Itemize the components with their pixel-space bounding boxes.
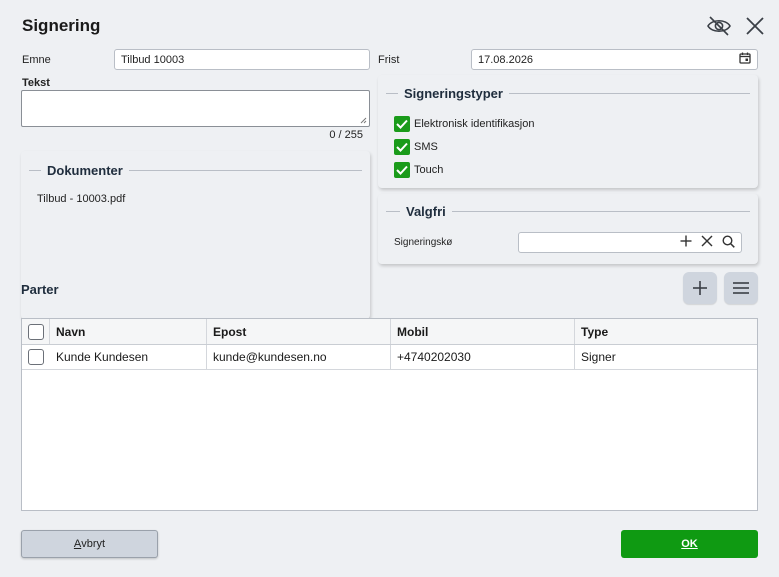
signing-types-list: Elektronisk identifikasjon SMS Touch bbox=[394, 115, 534, 179]
queue-label: Signeringskø bbox=[394, 237, 453, 248]
hide-eye-icon[interactable] bbox=[706, 14, 732, 38]
option-touch[interactable]: Touch bbox=[394, 161, 534, 179]
queue-input[interactable] bbox=[518, 232, 742, 253]
clear-icon[interactable] bbox=[701, 235, 713, 250]
document-item[interactable]: Tilbud - 10003.pdf bbox=[37, 193, 125, 205]
ok-button[interactable]: OK bbox=[621, 530, 758, 558]
parties-grid: Navn Epost Mobil Type Kunde Kundesen kun… bbox=[21, 318, 758, 511]
grid-header: Navn Epost Mobil Type bbox=[22, 319, 757, 345]
option-sms[interactable]: SMS bbox=[394, 138, 534, 156]
table-row[interactable]: Kunde Kundesen kunde@kundesen.no +474020… bbox=[22, 345, 757, 370]
text-label: Tekst bbox=[22, 77, 50, 89]
option-label: SMS bbox=[414, 141, 438, 153]
close-icon[interactable] bbox=[742, 14, 768, 38]
column-header-name[interactable]: Navn bbox=[50, 319, 207, 344]
select-all-checkbox[interactable] bbox=[27, 323, 44, 340]
dialog-title: Signering bbox=[22, 16, 101, 35]
column-header-mobile[interactable]: Mobil bbox=[391, 319, 575, 344]
optional-legend-text: Valgfri bbox=[406, 204, 446, 219]
deadline-label: Frist bbox=[378, 54, 400, 66]
cancel-accesskey: A bbox=[73, 538, 82, 550]
calendar-icon[interactable] bbox=[739, 52, 751, 67]
subject-value: Tilbud 10003 bbox=[121, 53, 185, 66]
cell-mobile: +4740202030 bbox=[391, 345, 575, 369]
parties-title: Parter bbox=[21, 282, 59, 297]
option-label: Touch bbox=[414, 164, 444, 176]
checkbox-checked-icon[interactable] bbox=[394, 162, 410, 178]
signing-types-legend-text: Signeringstyper bbox=[404, 86, 503, 101]
column-header-email[interactable]: Epost bbox=[207, 319, 391, 344]
subject-label: Emne bbox=[22, 54, 51, 66]
plus-icon bbox=[693, 281, 707, 295]
checkbox-checked-icon[interactable] bbox=[394, 116, 410, 132]
search-icon[interactable] bbox=[722, 234, 735, 251]
plus-icon[interactable] bbox=[680, 235, 692, 250]
checkbox-checked-icon[interactable] bbox=[394, 139, 410, 155]
hamburger-menu-icon bbox=[733, 282, 749, 294]
deadline-value: 17.08.2026 bbox=[478, 53, 534, 66]
text-area[interactable] bbox=[21, 90, 370, 127]
cancel-label: vbryt bbox=[81, 538, 106, 550]
header-select-all bbox=[22, 319, 50, 344]
option-electronic-id[interactable]: Elektronisk identifikasjon bbox=[394, 115, 534, 133]
optional-panel: Valgfri Signeringskø bbox=[378, 194, 758, 264]
signing-types-panel: Signeringstyper Elektronisk identifikasj… bbox=[378, 75, 758, 188]
cell-email: kunde@kundesen.no bbox=[207, 345, 391, 369]
documents-legend: Dokumenter bbox=[29, 163, 362, 178]
add-party-button[interactable] bbox=[683, 272, 717, 304]
ok-label: OK bbox=[681, 538, 698, 550]
row-select bbox=[22, 345, 50, 369]
deadline-input[interactable]: 17.08.2026 bbox=[471, 49, 758, 70]
subject-input[interactable]: Tilbud 10003 bbox=[114, 49, 370, 70]
cancel-button[interactable]: Avbryt bbox=[21, 530, 158, 558]
signing-types-legend: Signeringstyper bbox=[386, 86, 750, 101]
menu-button[interactable] bbox=[724, 272, 758, 304]
resize-handle-icon[interactable] bbox=[360, 117, 367, 124]
option-label: Elektronisk identifikasjon bbox=[414, 118, 535, 130]
column-header-type[interactable]: Type bbox=[575, 319, 757, 344]
documents-panel: Dokumenter Tilbud - 10003.pdf bbox=[21, 151, 370, 319]
cell-name: Kunde Kundesen bbox=[50, 345, 207, 369]
row-checkbox[interactable] bbox=[28, 349, 44, 365]
char-counter: 0 / 255 bbox=[329, 129, 363, 141]
documents-legend-text: Dokumenter bbox=[47, 163, 123, 178]
optional-legend: Valgfri bbox=[386, 204, 750, 219]
cell-type: Signer bbox=[581, 350, 616, 364]
